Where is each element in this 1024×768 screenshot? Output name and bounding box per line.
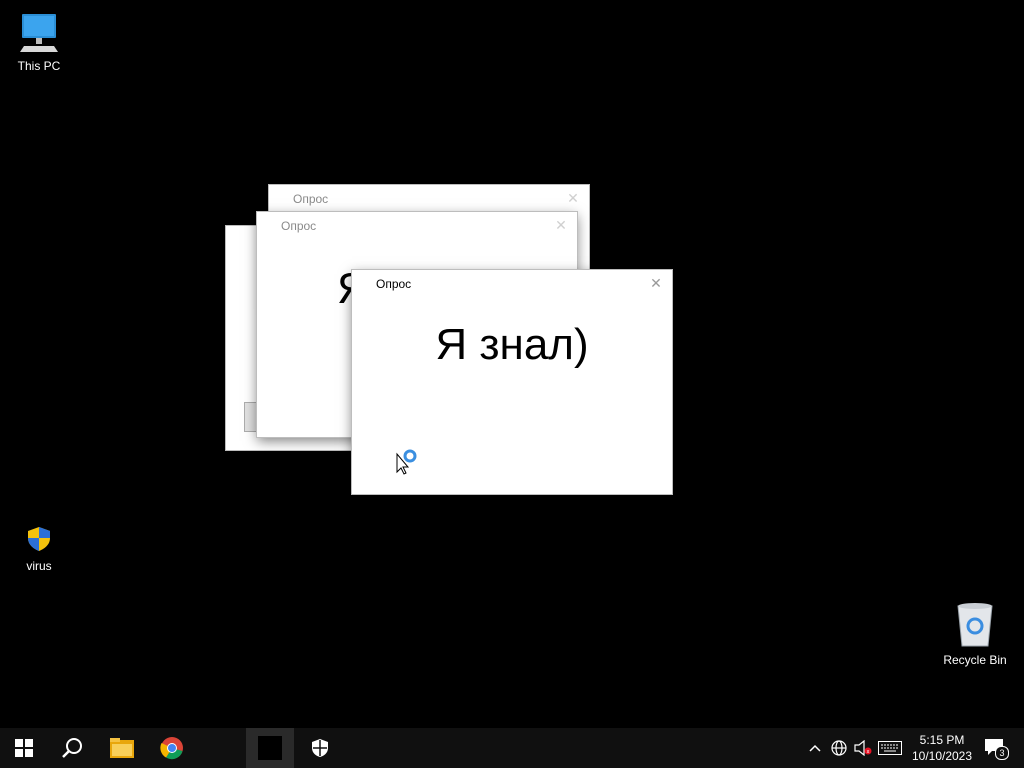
taskbar-app-window[interactable] (246, 728, 294, 768)
svg-text:x: x (867, 749, 870, 755)
notification-count-badge: 3 (995, 746, 1009, 760)
file-explorer-icon (110, 738, 134, 758)
close-icon[interactable]: ✕ (563, 189, 583, 207)
keyboard-icon (878, 741, 902, 755)
computer-icon (20, 14, 58, 52)
dialog-titlebar[interactable]: Опрос ✕ (257, 212, 577, 238)
network-button[interactable] (828, 728, 850, 768)
desktop-icon-this-pc[interactable]: This PC (0, 10, 78, 73)
this-pc-label: This PC (17, 59, 61, 73)
virus-label: virus (26, 559, 52, 573)
desktop-icon-virus[interactable]: virus (0, 526, 78, 573)
taskbar-security[interactable] (296, 728, 344, 768)
taskbar-chrome[interactable] (148, 728, 196, 768)
busy-cursor-icon (396, 449, 417, 475)
close-icon[interactable]: ✕ (646, 274, 666, 292)
start-icon (15, 739, 33, 757)
dialog-title: Опрос (281, 219, 317, 233)
close-icon[interactable]: ✕ (551, 216, 571, 234)
taskbar-clock[interactable]: 5:15 PM 10/10/2023 (902, 732, 982, 764)
volume-muted-icon: x (854, 740, 872, 756)
search-icon (62, 738, 82, 758)
desktop-icon-recycle-bin[interactable]: Recycle Bin (935, 602, 1015, 667)
dialog-title: Опрос (293, 192, 329, 206)
recycle-bin-label: Recycle Bin (943, 653, 1007, 667)
input-language-button[interactable] (876, 728, 904, 768)
shield-icon (312, 739, 328, 757)
dialog-titlebar[interactable]: Опрос ✕ (269, 185, 589, 211)
search-button[interactable] (48, 728, 96, 768)
network-globe-icon (831, 740, 847, 756)
clock-date: 10/10/2023 (911, 749, 973, 763)
start-button[interactable] (0, 728, 48, 768)
chevron-up-icon (809, 744, 821, 752)
taskbar: x 5:15 PM 10/10/2023 3 (0, 728, 1024, 768)
recycle-bin-icon (957, 603, 993, 647)
volume-button[interactable]: x (852, 728, 874, 768)
clock-time: 5:15 PM (919, 733, 965, 747)
dialog-titlebar[interactable]: Опрос ✕ (352, 270, 672, 296)
app-window-icon (258, 736, 282, 760)
uac-shield-icon (28, 527, 50, 551)
show-hidden-icons-button[interactable] (804, 728, 826, 768)
taskbar-file-explorer[interactable] (98, 728, 146, 768)
dialog-message: Я знал) (435, 320, 589, 369)
chrome-icon (160, 737, 183, 760)
dialog-title: Опрос (376, 277, 412, 291)
action-center-button[interactable]: 3 (980, 728, 1010, 768)
